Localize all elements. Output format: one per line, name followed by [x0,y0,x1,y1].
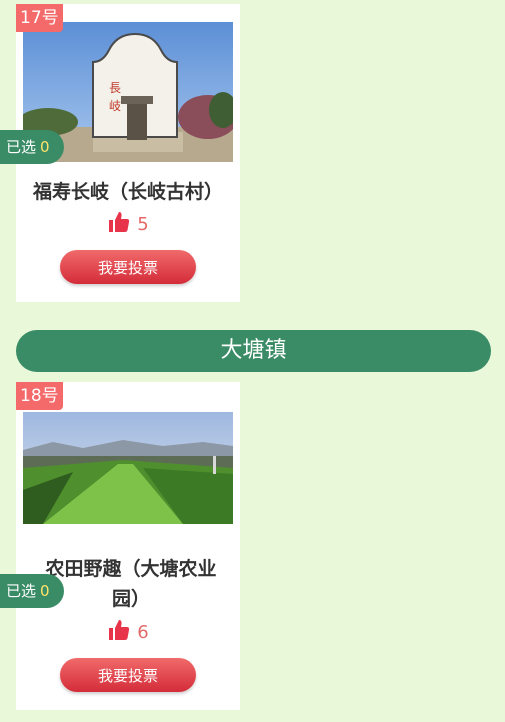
thumbs-up-icon [107,210,131,239]
entry-photo[interactable] [23,412,233,524]
selected-count: 0 [40,582,50,600]
entry-title: 福寿长岐（长岐古村） [32,181,223,203]
like-row: 6 [16,618,240,647]
vote-button[interactable]: 我要投票 [60,658,196,692]
like-row: 5 [16,210,240,239]
selected-label: 已选 [6,138,37,156]
section-header-datang[interactable]: 大塘镇 [16,330,491,372]
selected-count: 0 [40,138,50,156]
svg-text:岐: 岐 [109,99,121,113]
vote-button[interactable]: 我要投票 [60,250,196,284]
entry-card-18: 18号 已选 0 农田野趣（大塘农业园） 6 我要投票 [0,382,240,710]
like-count: 5 [137,214,149,235]
selected-label: 已选 [6,582,37,600]
thumbs-up-icon [107,618,131,647]
entry-card-17: 17号 長 岐 已选 0 福寿长岐（长岐古村） 5 我要投票 [0,4,240,302]
like-count: 6 [137,622,149,643]
entry-number-tag: 18号 [16,382,63,410]
svg-text:長: 長 [109,81,121,95]
entry-title: 农田野趣（大塘农业园） [45,558,217,610]
selected-count-pill: 已选 0 [0,130,64,164]
selected-count-pill: 已选 0 [0,574,64,608]
entry-number-tag: 17号 [16,4,63,32]
